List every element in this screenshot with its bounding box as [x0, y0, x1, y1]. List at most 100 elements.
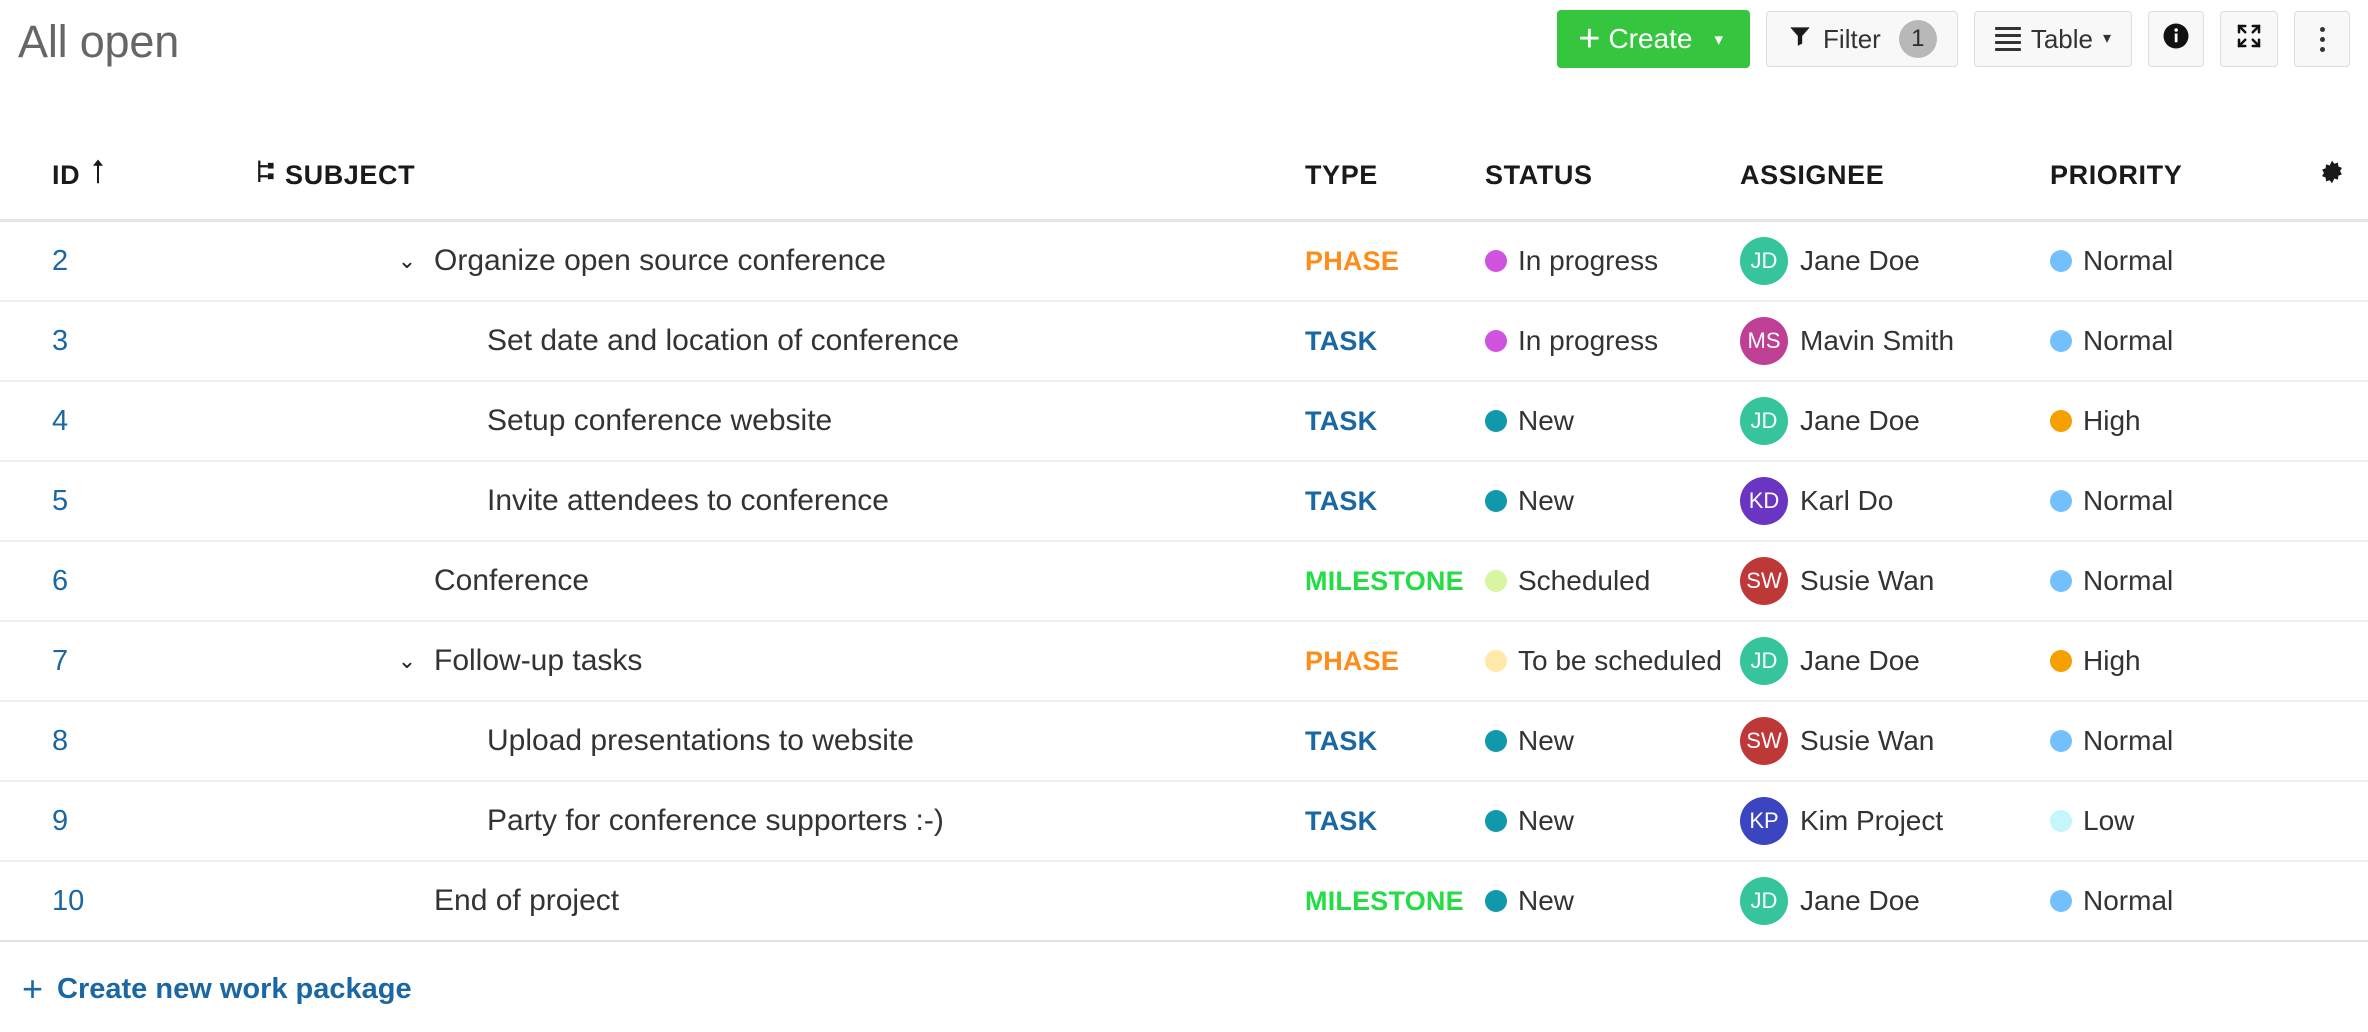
work-package-assignee[interactable]: MSMavin Smith	[1740, 317, 2050, 365]
work-package-type[interactable]: PHASE	[1305, 646, 1399, 676]
table-row[interactable]: 2 ⌄ Organize open source conference PHASE In…	[0, 222, 2368, 302]
fullscreen-button[interactable]	[2220, 11, 2278, 67]
work-package-status[interactable]: New	[1485, 485, 1740, 517]
priority-dot	[2050, 490, 2072, 512]
row-assignee-cell: KDKarl Do	[1740, 477, 2050, 525]
work-package-status[interactable]: In progress	[1485, 245, 1740, 277]
create-new-work-package-row[interactable]: + Create new work package	[0, 946, 2368, 1032]
work-package-type[interactable]: TASK	[1305, 726, 1377, 756]
priority-dot	[2050, 890, 2072, 912]
work-package-assignee[interactable]: SWSusie Wan	[1740, 717, 2050, 765]
table-row[interactable]: 3 Set date and location of conference TASK…	[0, 302, 2368, 382]
work-package-type[interactable]: TASK	[1305, 806, 1377, 836]
create-button[interactable]: + Create ▾	[1557, 10, 1750, 68]
work-package-id-link[interactable]: 4	[52, 405, 68, 437]
work-package-assignee[interactable]: JDJane Doe	[1740, 877, 2050, 925]
table-row[interactable]: 6 Conference MILESTONE ScheduledSWSusie Wan…	[0, 542, 2368, 622]
collapse-chevron-icon[interactable]: ⌄	[388, 248, 426, 274]
column-settings-button[interactable]	[2295, 159, 2368, 192]
column-header-priority[interactable]: PRIORITY	[2050, 160, 2295, 191]
work-package-priority[interactable]: Normal	[2050, 725, 2295, 757]
work-package-status[interactable]: New	[1485, 405, 1740, 437]
table-row[interactable]: 10 End of project MILESTONE NewJDJane DoeNo…	[0, 862, 2368, 942]
work-package-status[interactable]: New	[1485, 885, 1740, 917]
hierarchy-icon	[255, 159, 275, 192]
status-dot	[1485, 810, 1507, 832]
work-package-subject[interactable]: End of project	[434, 884, 619, 918]
work-package-status[interactable]: New	[1485, 725, 1740, 757]
work-package-type[interactable]: TASK	[1305, 326, 1377, 356]
work-package-status[interactable]: New	[1485, 805, 1740, 837]
work-package-type[interactable]: PHASE	[1305, 246, 1399, 276]
work-package-id-link[interactable]: 9	[52, 805, 68, 837]
work-package-subject[interactable]: Conference	[434, 564, 589, 598]
row-id-cell: 6	[0, 565, 255, 598]
column-header-status[interactable]: STATUS	[1485, 160, 1740, 191]
work-package-assignee[interactable]: JDJane Doe	[1740, 237, 2050, 285]
work-package-type[interactable]: MILESTONE	[1305, 886, 1464, 916]
table-row[interactable]: 4 Setup conference website TASK NewJDJane D…	[0, 382, 2368, 462]
more-options-button[interactable]	[2294, 11, 2350, 67]
column-header-assignee[interactable]: ASSIGNEE	[1740, 160, 2050, 191]
work-package-subject[interactable]: Setup conference website	[487, 404, 832, 438]
work-package-priority[interactable]: Normal	[2050, 485, 2295, 517]
work-package-assignee[interactable]: JDJane Doe	[1740, 637, 2050, 685]
work-package-priority[interactable]: Normal	[2050, 885, 2295, 917]
list-icon	[1995, 27, 2021, 51]
work-package-id-link[interactable]: 2	[52, 245, 68, 277]
work-package-id-link[interactable]: 10	[52, 885, 84, 917]
table-row[interactable]: 8 Upload presentations to website TASK NewS…	[0, 702, 2368, 782]
work-package-id-link[interactable]: 6	[52, 565, 68, 597]
work-package-priority[interactable]: Normal	[2050, 245, 2295, 277]
table-row[interactable]: 5 Invite attendees to conference TASK NewKD…	[0, 462, 2368, 542]
work-package-assignee[interactable]: KDKarl Do	[1740, 477, 2050, 525]
work-package-type[interactable]: TASK	[1305, 486, 1377, 516]
column-header-id[interactable]: ID	[0, 157, 255, 194]
row-priority-cell: High	[2050, 405, 2295, 437]
row-id-cell: 9	[0, 805, 255, 838]
work-package-status[interactable]: In progress	[1485, 325, 1740, 357]
work-package-assignee[interactable]: JDJane Doe	[1740, 397, 2050, 445]
create-new-work-package-label[interactable]: Create new work package	[57, 973, 412, 1006]
info-button[interactable]	[2148, 11, 2204, 67]
filter-button[interactable]: Filter 1	[1766, 11, 1958, 67]
work-package-id-link[interactable]: 8	[52, 725, 68, 757]
work-package-id-link[interactable]: 7	[52, 645, 68, 677]
work-package-assignee[interactable]: SWSusie Wan	[1740, 557, 2050, 605]
work-package-subject[interactable]: Organize open source conference	[434, 244, 886, 278]
priority-label: High	[2083, 645, 2141, 677]
column-header-type[interactable]: TYPE	[1305, 160, 1485, 191]
column-header-subject[interactable]: SUBJECT	[255, 159, 1305, 192]
work-package-type[interactable]: MILESTONE	[1305, 566, 1464, 596]
work-package-table: ID SUBJECT TYPE STATUS ASSIGNEE PRIORITY	[0, 132, 2368, 942]
work-package-type[interactable]: TASK	[1305, 406, 1377, 436]
table-row[interactable]: 7 ⌄ Follow-up tasks PHASE To be scheduled JDJ…	[0, 622, 2368, 702]
row-type-cell: PHASE	[1305, 246, 1485, 277]
work-package-priority[interactable]: High	[2050, 405, 2295, 437]
work-package-table-page: All open + Create ▾ Filter 1 Table ▾	[0, 0, 2368, 1032]
info-icon	[2161, 21, 2191, 58]
work-package-subject[interactable]: Upload presentations to website	[487, 724, 914, 758]
work-package-priority[interactable]: Low	[2050, 805, 2295, 837]
work-package-subject[interactable]: Set date and location of conference	[487, 324, 959, 358]
work-package-id-link[interactable]: 5	[52, 485, 68, 517]
work-package-assignee[interactable]: KPKim Project	[1740, 797, 2050, 845]
table-view-button[interactable]: Table ▾	[1974, 11, 2132, 67]
collapse-chevron-icon[interactable]: ⌄	[388, 648, 426, 674]
status-label: To be scheduled	[1518, 645, 1722, 677]
work-package-subject[interactable]: Party for conference supporters :-)	[487, 804, 944, 838]
row-status-cell: To be scheduled	[1485, 645, 1740, 677]
work-package-status[interactable]: To be scheduled	[1485, 645, 1740, 677]
work-package-priority[interactable]: High	[2050, 645, 2295, 677]
fullscreen-icon	[2234, 21, 2264, 58]
work-package-id-link[interactable]: 3	[52, 325, 68, 357]
row-id-cell: 3	[0, 325, 255, 358]
work-package-status[interactable]: Scheduled	[1485, 565, 1740, 597]
row-assignee-cell: JDJane Doe	[1740, 637, 2050, 685]
work-package-priority[interactable]: Normal	[2050, 565, 2295, 597]
work-package-priority[interactable]: Normal	[2050, 325, 2295, 357]
work-package-subject[interactable]: Invite attendees to conference	[487, 484, 889, 518]
priority-dot	[2050, 330, 2072, 352]
table-row[interactable]: 9 Party for conference supporters :-) TASK…	[0, 782, 2368, 862]
work-package-subject[interactable]: Follow-up tasks	[434, 644, 642, 678]
